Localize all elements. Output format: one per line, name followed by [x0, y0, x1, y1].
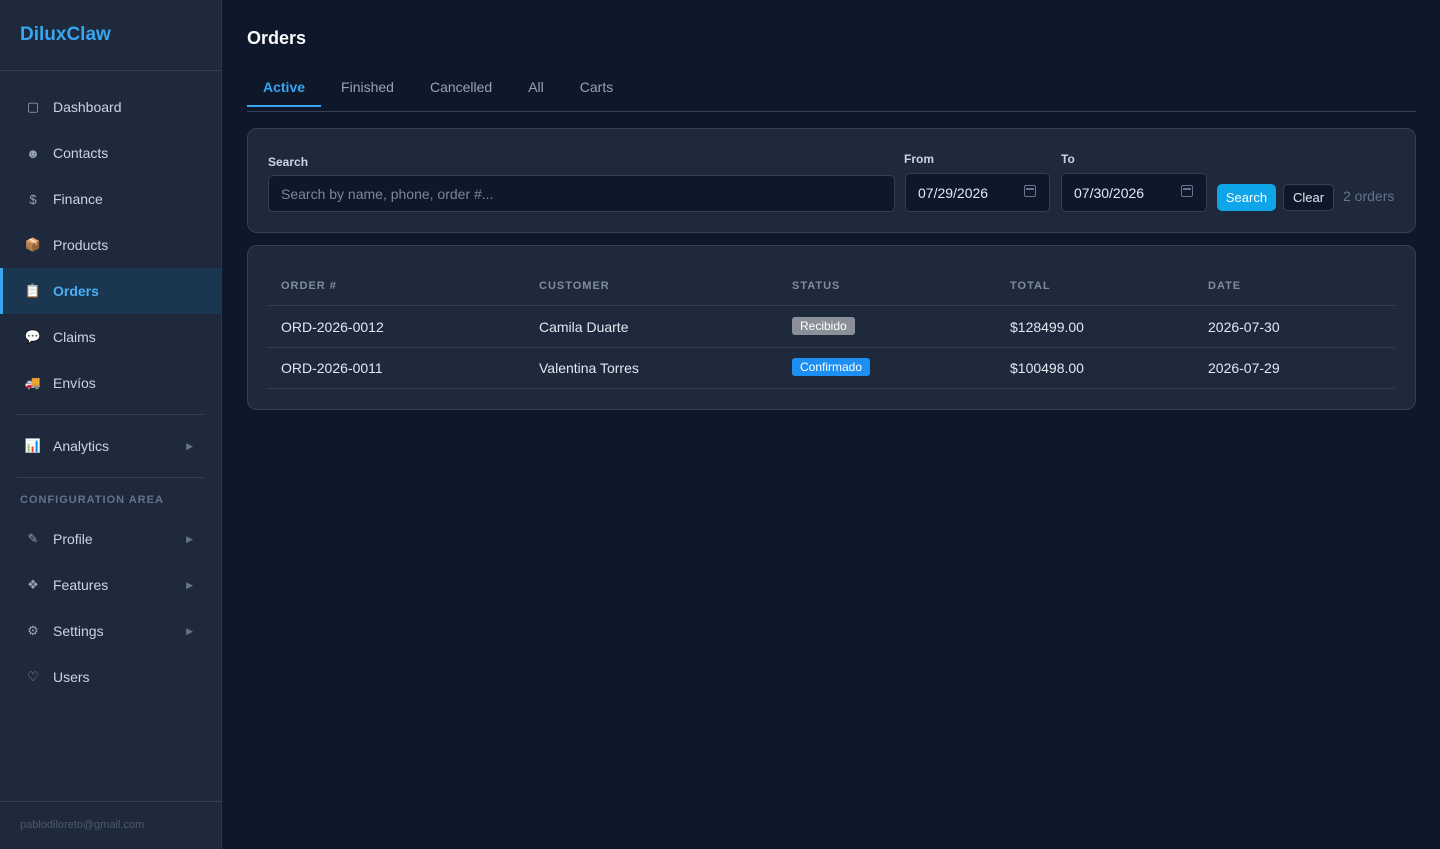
order-number: ORD-2026-0012: [281, 319, 384, 335]
features-icon: ❖: [27, 577, 39, 592]
sidebar-item-label: Finance: [53, 191, 103, 207]
contact-icon: ☻: [26, 145, 40, 161]
tab-all[interactable]: All: [512, 68, 560, 107]
column-header-date: DATE: [1208, 280, 1242, 292]
package-icon: 📦: [24, 237, 42, 252]
expand-arrow-icon: ▶: [186, 579, 193, 590]
status-badge: Confirmado: [792, 358, 871, 376]
search-button[interactable]: Search: [1217, 184, 1276, 211]
sidebar-divider: [17, 414, 204, 415]
column-header-total: TOTAL: [1010, 280, 1051, 292]
column-header-customer: CUSTOMER: [539, 280, 610, 292]
expand-arrow-icon: ▶: [186, 533, 193, 544]
tab-finished[interactable]: Finished: [325, 68, 410, 107]
sidebar-item-label: Settings: [53, 623, 104, 639]
sidebar-item-label: Features: [53, 577, 109, 593]
page-title: Orders: [247, 28, 307, 48]
orders-count: 2 orders: [1343, 188, 1395, 204]
search-label: Search: [268, 155, 309, 169]
calendar-icon[interactable]: [1181, 185, 1193, 197]
order-number: ORD-2026-0011: [281, 360, 383, 376]
tab-carts[interactable]: Carts: [564, 68, 629, 107]
expand-arrow-icon: ▶: [186, 440, 193, 451]
sidebar-item-features[interactable]: ❖ Features ▶: [0, 562, 221, 608]
user-email: pablodiloreto@gmail.com: [0, 801, 222, 849]
column-header-order: ORDER #: [281, 280, 337, 292]
sidebar-item-label: Products: [53, 237, 109, 253]
sidebar-item-label: Users: [53, 669, 90, 685]
column-header-status: STATUS: [792, 280, 841, 292]
sidebar-item-analytics[interactable]: 📊 Analytics ▶: [0, 423, 221, 469]
sidebar-item-label: Contacts: [53, 145, 109, 161]
tab-active[interactable]: Active: [247, 68, 322, 107]
shield-icon: ♡: [27, 669, 39, 684]
table-header: ORDER # CUSTOMER STATUS TOTAL DATE: [268, 270, 1395, 306]
sidebar-item-profile[interactable]: ✎ Profile ▶: [0, 516, 221, 562]
sidebar-item-finance[interactable]: $ Finance: [0, 176, 221, 222]
sidebar-item-label: Claims: [53, 329, 96, 345]
to-date-field[interactable]: 07/30/2026: [1061, 173, 1207, 212]
main-content: Orders Active Finished Cancelled All Car…: [223, 0, 1440, 849]
sidebar-item-contacts[interactable]: ☻ Contacts: [0, 130, 221, 176]
tab-cancelled[interactable]: Cancelled: [414, 68, 508, 107]
sidebar-item-label: Orders: [53, 283, 99, 299]
brand-logo[interactable]: DiluxClaw: [0, 0, 221, 71]
sidebar-item-label: Envíos: [53, 375, 96, 391]
order-date: 2026-07-29: [1208, 360, 1280, 376]
gear-icon: ⚙: [27, 623, 39, 638]
search-input[interactable]: [268, 175, 895, 212]
order-total: $100498.00: [1010, 360, 1084, 376]
square-icon: ▢: [26, 99, 40, 114]
filter-card: Search From 07/29/2026 To 07/30/2026 Sea…: [247, 128, 1416, 233]
table-row[interactable]: ORD-2026-0012 Camila Duarte Recibido $12…: [268, 306, 1395, 348]
table-row[interactable]: ORD-2026-0011 Valentina Torres Confirmad…: [268, 347, 1395, 389]
orders-table: ORDER # CUSTOMER STATUS TOTAL DATE ORD-2…: [247, 245, 1416, 410]
truck-icon: 🚚: [24, 375, 42, 390]
sidebar-item-orders[interactable]: 📋 Orders: [0, 268, 221, 314]
clear-button[interactable]: Clear: [1283, 184, 1334, 211]
order-date: 2026-07-30: [1208, 319, 1280, 335]
dollar-icon: $: [29, 191, 37, 207]
calendar-icon[interactable]: [1024, 185, 1036, 197]
status-badge: Recibido: [792, 317, 855, 335]
sidebar-item-claims[interactable]: 💬 Claims: [0, 314, 221, 360]
sidebar-item-users[interactable]: ♡ Users: [0, 654, 221, 700]
pen-icon: ✎: [27, 531, 39, 546]
sidebar-item-label: Dashboard: [53, 99, 122, 115]
from-date-field[interactable]: 07/29/2026: [905, 173, 1050, 212]
sidebar-item-products[interactable]: 📦 Products: [0, 222, 221, 268]
config-section-label: CONFIGURATION AREA: [20, 494, 164, 506]
sidebar-item-settings[interactable]: ⚙ Settings ▶: [0, 608, 221, 654]
sidebar-item-label: Profile: [53, 531, 93, 547]
order-tabs: Active Finished Cancelled All Carts: [247, 68, 1416, 112]
to-label: To: [1061, 152, 1075, 166]
expand-arrow-icon: ▶: [186, 625, 193, 636]
sidebar-nav: ▢ Dashboard ☻ Contacts $ Finance 📦 Produ…: [0, 71, 221, 700]
clipboard-icon: 📋: [24, 283, 42, 298]
sidebar-item-envios[interactable]: 🚚 Envíos: [0, 360, 221, 406]
sidebar-item-label: Analytics: [53, 438, 110, 454]
speech-bubble-icon: 💬: [24, 329, 42, 344]
customer-name: Camila Duarte: [539, 319, 629, 335]
from-label: From: [904, 152, 934, 166]
order-total: $128499.00: [1010, 319, 1084, 335]
sidebar: DiluxClaw ▢ Dashboard ☻ Contacts $ Finan…: [0, 0, 222, 849]
sidebar-item-dashboard[interactable]: ▢ Dashboard: [0, 84, 221, 130]
bar-chart-icon: 📊: [24, 438, 42, 453]
sidebar-divider: [17, 477, 204, 478]
customer-name: Valentina Torres: [539, 360, 639, 376]
